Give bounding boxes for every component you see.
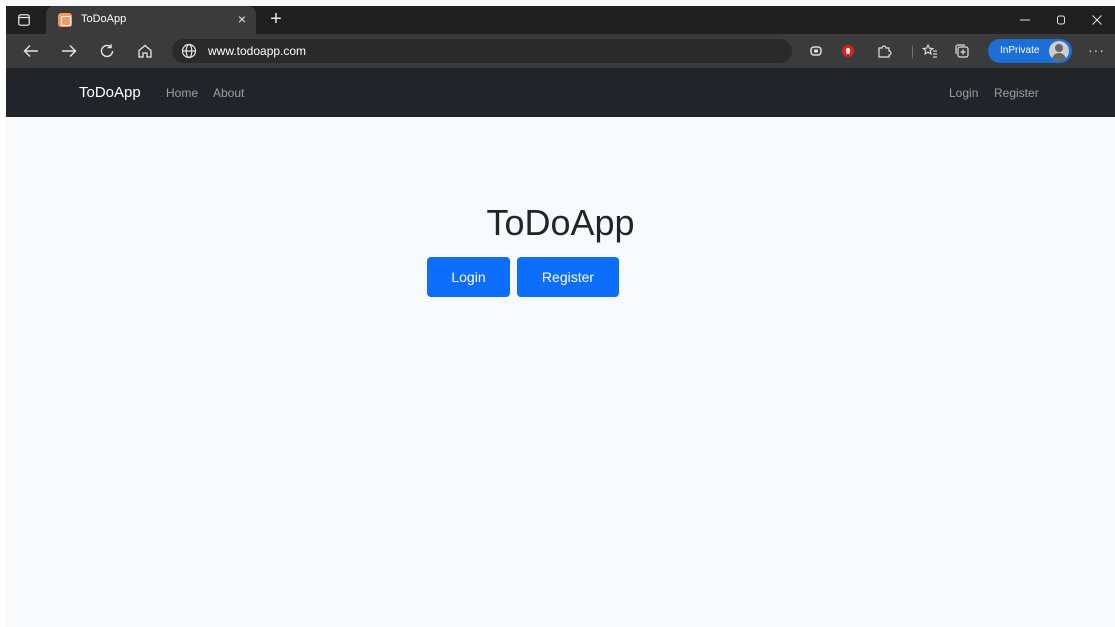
tab-strip: ToDoApp × +	[6, 6, 1115, 34]
refresh-icon[interactable]	[96, 41, 118, 61]
inprivate-badge[interactable]: InPrivate	[988, 39, 1072, 63]
new-tab-icon[interactable]: +	[264, 8, 288, 30]
home-icon[interactable]	[134, 41, 156, 61]
tab-actions-icon[interactable]	[16, 12, 32, 28]
tab-close-icon[interactable]: ×	[238, 11, 246, 27]
address-bar[interactable]: www.todoapp.com	[172, 39, 792, 63]
nav-link-register[interactable]: Register	[994, 86, 1039, 100]
browser-toolbar: www.todoapp.com InPrivate ···	[6, 34, 1115, 68]
page-title: ToDoApp	[486, 202, 635, 243]
more-icon[interactable]: ···	[1088, 42, 1105, 58]
login-button[interactable]: Login	[427, 257, 510, 297]
restore-icon[interactable]	[1043, 6, 1079, 34]
window-controls	[1007, 6, 1115, 34]
close-icon[interactable]	[1079, 6, 1115, 34]
inprivate-label: InPrivate	[1000, 45, 1040, 56]
back-icon[interactable]	[20, 41, 42, 61]
collections-icon[interactable]	[954, 43, 970, 59]
nav-link-home[interactable]: Home	[166, 86, 198, 100]
globe-icon	[181, 43, 197, 59]
profile-icon	[1049, 41, 1069, 61]
register-button[interactable]: Register	[517, 257, 619, 297]
nav-link-login[interactable]: Login	[949, 86, 978, 100]
favorites-icon[interactable]	[922, 43, 938, 59]
nav-link-about[interactable]: About	[213, 86, 244, 100]
toolbar-separator	[912, 46, 913, 58]
read-aloud-icon[interactable]	[808, 43, 824, 59]
browser-window: ToDoApp × + www.todoapp.com InPrivate ··…	[6, 0, 1115, 627]
url-text: www.todoapp.com	[208, 44, 307, 58]
stop-tracking-icon[interactable]	[840, 43, 856, 59]
tab-title: ToDoApp	[81, 13, 127, 25]
app-favicon-icon	[58, 13, 72, 27]
forward-icon[interactable]	[58, 41, 80, 61]
site-navbar: ToDoApp Home About Login Register	[6, 68, 1115, 117]
minimize-icon[interactable]	[1007, 6, 1043, 34]
navbar-brand[interactable]: ToDoApp	[79, 84, 141, 101]
browser-tab[interactable]: ToDoApp ×	[46, 6, 256, 34]
extensions-icon[interactable]	[876, 43, 892, 59]
